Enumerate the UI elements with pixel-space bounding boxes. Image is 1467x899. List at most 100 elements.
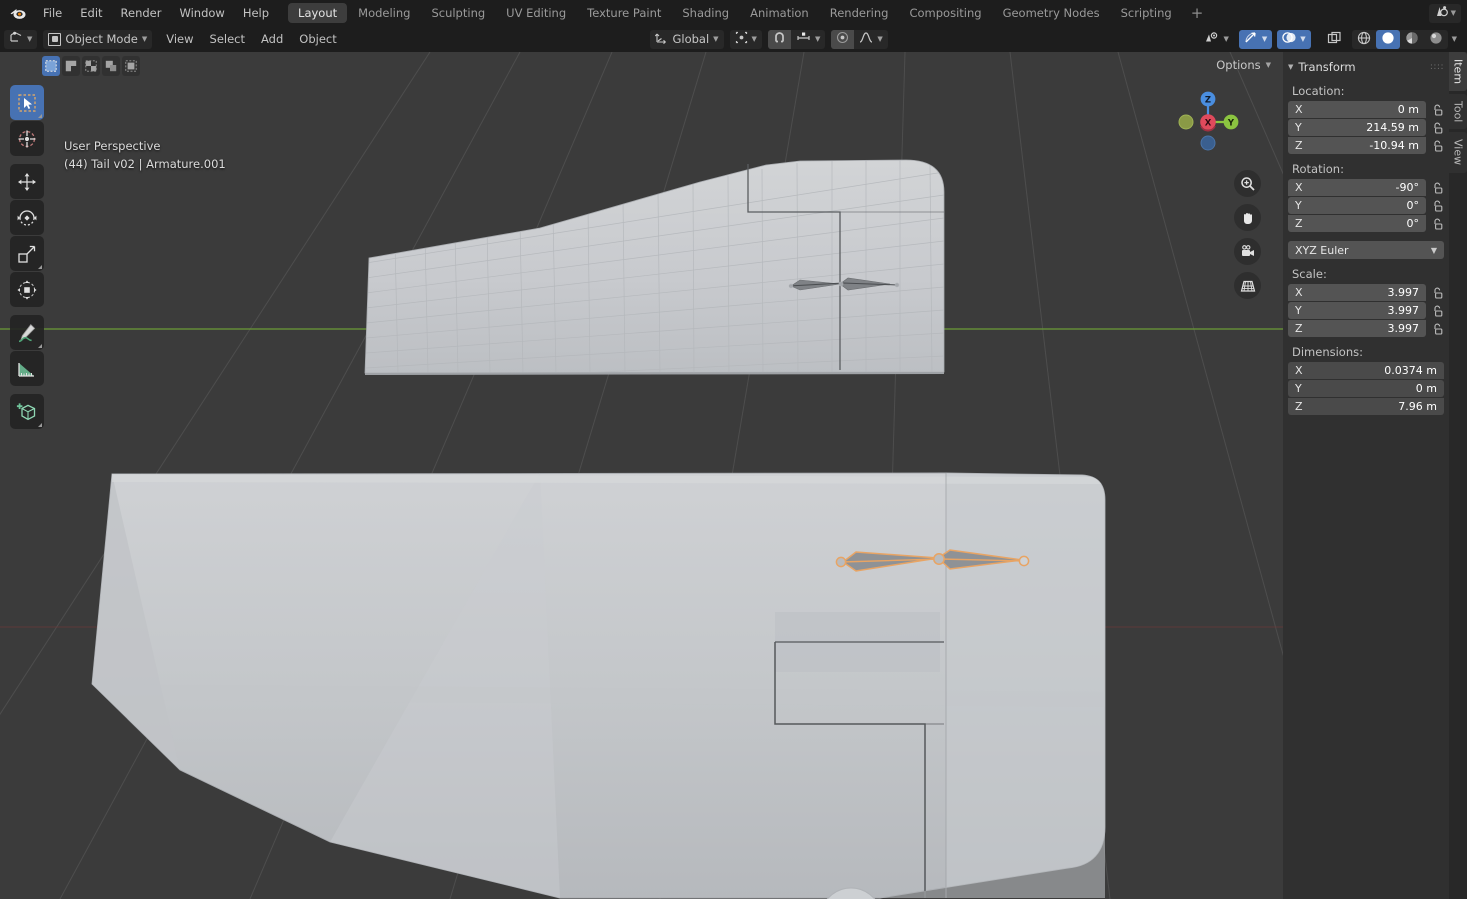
view-menu[interactable]: View <box>158 26 201 52</box>
wireframe-shading-button[interactable] <box>1352 30 1376 49</box>
lock-rotation-z[interactable] <box>1430 217 1444 231</box>
workspace-tab-scripting[interactable]: Scripting <box>1111 3 1182 23</box>
lock-scale-x[interactable] <box>1430 286 1444 300</box>
workspace-tab-sculpting[interactable]: Sculpting <box>421 3 495 23</box>
scale-y-input[interactable]: Y 3.997 <box>1288 302 1426 319</box>
axis-value: -90° <box>1395 181 1419 194</box>
sidebar-tab-tool[interactable]: Tool <box>1449 94 1467 130</box>
lock-rotation-x[interactable] <box>1430 181 1444 195</box>
show-gizmo-button[interactable]: ▼ <box>1238 29 1273 49</box>
location-row-y: Y 214.59 m <box>1288 119 1444 136</box>
lock-scale-z[interactable] <box>1430 322 1444 336</box>
tool-scale[interactable] <box>10 236 44 271</box>
location-x-input[interactable]: X 0 m <box>1288 101 1426 118</box>
scale-label: Scale: <box>1292 267 1327 281</box>
dimensions-y-input[interactable]: Y 0 m <box>1288 380 1444 397</box>
workspace-tab-compositing[interactable]: Compositing <box>899 3 991 23</box>
toggle-xray-button[interactable] <box>1321 31 1348 48</box>
snap-target-selector[interactable]: ▼ <box>791 30 825 49</box>
chevron-down-icon: ▼ <box>1430 245 1437 255</box>
material-preview-shading-button[interactable] <box>1400 30 1424 49</box>
lock-location-z[interactable] <box>1430 139 1444 153</box>
menu-window[interactable]: Window <box>170 0 233 26</box>
menu-render[interactable]: Render <box>112 0 171 26</box>
tool-cursor[interactable] <box>10 121 44 156</box>
axis-label: Y <box>1295 199 1302 212</box>
tool-transform[interactable] <box>10 272 44 307</box>
pivot-point-selector[interactable]: ▼ <box>729 29 762 49</box>
3d-viewport[interactable]: Options ▼ User Perspective (44) Tail v02… <box>0 52 1283 899</box>
tool-annotate[interactable] <box>10 315 44 350</box>
dimensions-x-input[interactable]: X 0.0374 m <box>1288 362 1444 379</box>
chevron-down-icon: ▼ <box>713 35 719 43</box>
zoom-view-icon[interactable] <box>1234 170 1261 197</box>
sidebar-tab-view[interactable]: View <box>1449 132 1467 173</box>
workspace-tab-geometry-nodes[interactable]: Geometry Nodes <box>993 3 1110 23</box>
lock-location-y[interactable] <box>1430 121 1444 135</box>
rotation-x-input[interactable]: X -90° <box>1288 179 1426 196</box>
circle-select-icon[interactable] <box>82 56 100 76</box>
axis-label: Z <box>1295 139 1303 152</box>
workspace-tab-texture-paint[interactable]: Texture Paint <box>577 3 671 23</box>
add-menu[interactable]: Add <box>253 26 291 52</box>
object-visibility-button[interactable]: ▼ <box>1199 30 1233 49</box>
toggle-perspective-icon[interactable] <box>1234 272 1261 299</box>
rendered-shading-button[interactable] <box>1424 30 1448 49</box>
workspace-tab-shading[interactable]: Shading <box>672 3 739 23</box>
workspace-tab-uv-editing[interactable]: UV Editing <box>496 3 576 23</box>
falloff-type-selector[interactable]: ▼ <box>854 30 887 49</box>
menu-file[interactable]: File <box>34 0 71 26</box>
blender-logo-icon[interactable] <box>0 0 34 26</box>
sidebar-tab-item[interactable]: Item <box>1449 52 1467 92</box>
scene-collection-control[interactable]: ▼ <box>1428 3 1461 23</box>
menu-edit[interactable]: Edit <box>71 0 111 26</box>
axis-value: 7.96 m <box>1398 400 1437 413</box>
lasso-select-icon[interactable] <box>102 56 120 76</box>
tool-measure[interactable] <box>10 351 44 386</box>
tool-rotate[interactable] <box>10 200 44 235</box>
top-menu-bar: File Edit Render Window Help Layout Mode… <box>0 0 1467 26</box>
rotation-y-input[interactable]: Y 0° <box>1288 197 1426 214</box>
location-z-input[interactable]: Z -10.94 m <box>1288 137 1426 154</box>
tool-add-cube[interactable] <box>10 394 44 429</box>
workspace-tab-layout[interactable]: Layout <box>288 3 348 23</box>
rotation-mode-selector[interactable]: XYZ Euler ▼ <box>1288 241 1444 259</box>
transform-orientation-selector[interactable]: Global ▼ <box>650 29 724 49</box>
chevron-down-icon: ▼ <box>1288 63 1294 71</box>
tool-expand-corner <box>38 265 42 269</box>
navigation-gizmo[interactable]: Z Y X <box>1171 84 1245 158</box>
transform-panel-header[interactable]: ▼ Transform :::: <box>1288 58 1444 76</box>
lock-rotation-y[interactable] <box>1430 199 1444 213</box>
workspace-tab-animation[interactable]: Animation <box>740 3 819 23</box>
interaction-mode-selector[interactable]: Object Mode ▼ <box>43 29 153 49</box>
lock-location-x[interactable] <box>1430 103 1444 117</box>
pan-view-icon[interactable] <box>1234 204 1261 231</box>
tool-move[interactable] <box>10 164 44 199</box>
options-button[interactable]: Options ▼ <box>1210 56 1277 74</box>
lock-scale-y[interactable] <box>1430 304 1444 318</box>
show-overlays-button[interactable]: ▼ <box>1277 29 1311 49</box>
pivot-point-icon <box>735 31 748 47</box>
snap-toggle-button[interactable] <box>767 29 791 49</box>
tweak-select-icon[interactable] <box>42 56 60 76</box>
scale-x-input[interactable]: X 3.997 <box>1288 284 1426 301</box>
rotation-z-input[interactable]: Z 0° <box>1288 215 1426 232</box>
proportional-edit-toggle[interactable] <box>831 29 855 49</box>
location-y-input[interactable]: Y 214.59 m <box>1288 119 1426 136</box>
add-workspace-button[interactable]: + <box>1183 0 1212 26</box>
object-menu[interactable]: Object <box>291 26 344 52</box>
solid-shading-button[interactable] <box>1375 29 1400 49</box>
chevron-down-icon[interactable]: ▼ <box>1450 35 1463 43</box>
box-select-icon[interactable] <box>62 56 80 76</box>
editor-type-selector[interactable]: ▼ <box>4 29 38 49</box>
scale-z-input[interactable]: Z 3.997 <box>1288 320 1426 337</box>
scale-fields: X 3.997 Y 3.997 Z 3.997 <box>1288 284 1444 337</box>
select-extend-icon[interactable] <box>122 56 140 76</box>
workspace-tab-modeling[interactable]: Modeling <box>348 3 420 23</box>
menu-help[interactable]: Help <box>234 0 278 26</box>
dimensions-z-input[interactable]: Z 7.96 m <box>1288 398 1444 415</box>
tool-select-box[interactable] <box>10 85 44 120</box>
select-menu[interactable]: Select <box>202 26 253 52</box>
camera-view-icon[interactable] <box>1234 238 1261 265</box>
workspace-tab-rendering[interactable]: Rendering <box>820 3 899 23</box>
